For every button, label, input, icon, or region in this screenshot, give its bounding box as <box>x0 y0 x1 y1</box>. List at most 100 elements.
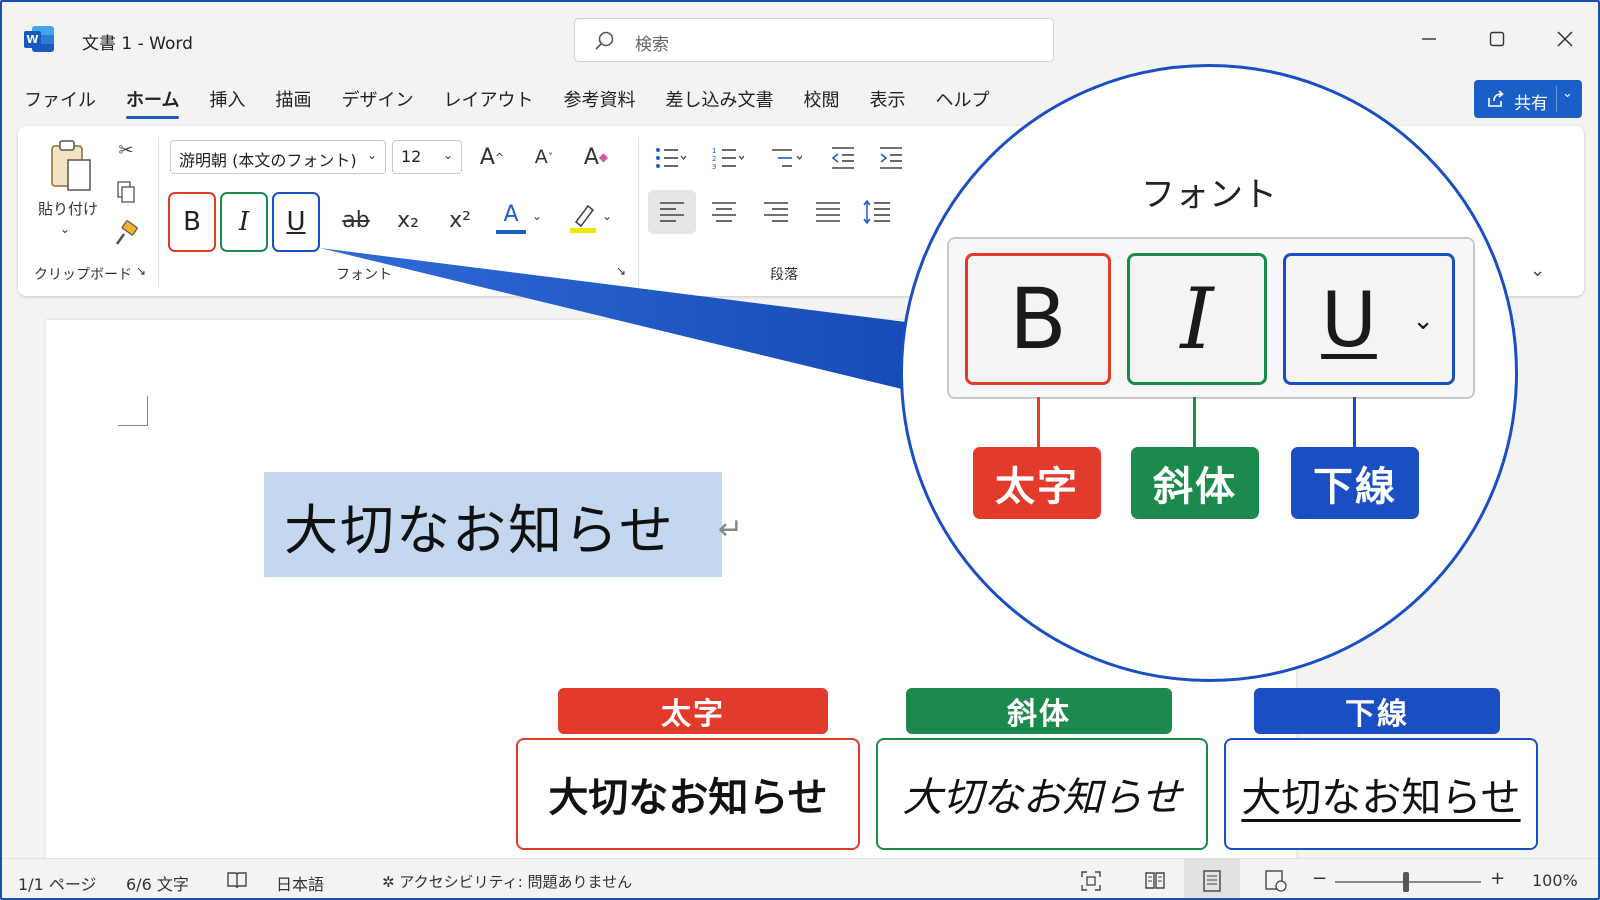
example-bold-tag: 太字 <box>558 688 828 734</box>
zoom-slider-thumb[interactable] <box>1403 872 1409 892</box>
ribbon-tabs: ファイル ホーム 挿入 描画 デザイン レイアウト 参考資料 差し込み文書 校閲… <box>24 86 1019 119</box>
strikethrough-button[interactable]: ab <box>336 202 376 238</box>
close-icon <box>1557 31 1573 47</box>
font-group-label: フォント <box>336 267 392 283</box>
justify-icon[interactable] <box>812 198 844 226</box>
svg-text:1: 1 <box>712 147 716 155</box>
font-color-button[interactable]: A <box>496 198 526 234</box>
language[interactable]: 日本語 <box>276 871 324 895</box>
paste-icon[interactable] <box>48 138 94 194</box>
paragraph-group-label: 段落 <box>770 267 798 283</box>
collapse-ribbon-icon[interactable]: ⌄ <box>1530 260 1545 281</box>
search-box[interactable]: 検索 <box>574 18 1054 62</box>
proofing-book-icon[interactable] <box>226 870 248 890</box>
maximize-button[interactable] <box>1482 24 1512 54</box>
font-size-value: 12 <box>401 147 422 166</box>
cut-icon[interactable]: ✂ <box>112 136 140 164</box>
tab-mailings[interactable]: 差し込み文書 <box>665 86 773 116</box>
clipboard-launcher-icon[interactable]: ↘ <box>136 264 146 278</box>
example-underline-text: 大切なお知らせ <box>1224 738 1538 850</box>
chevron-down-icon: ⌄ <box>1412 306 1434 336</box>
subscript-button[interactable]: x₂ <box>390 202 426 238</box>
grow-font-button[interactable]: A ^ <box>476 142 508 172</box>
minimize-icon <box>1422 38 1436 40</box>
superscript-button[interactable]: x² <box>442 202 478 238</box>
zoom-in-button[interactable]: + <box>1490 868 1505 889</box>
accessibility-icon: ✲ <box>382 873 395 891</box>
copy-icon[interactable] <box>112 178 140 206</box>
tab-layout[interactable]: レイアウト <box>443 86 533 116</box>
search-placeholder: 検索 <box>635 35 669 55</box>
paste-label[interactable]: 貼り付け <box>38 198 98 219</box>
underline-button[interactable]: U <box>272 192 320 252</box>
svg-text:3: 3 <box>712 163 716 171</box>
tab-home[interactable]: ホーム <box>126 86 180 119</box>
share-label: 共有 <box>1514 94 1548 114</box>
align-center-icon[interactable] <box>708 198 740 226</box>
accessibility-status[interactable]: ✲ アクセシビリティ: 問題ありません <box>382 871 632 892</box>
example-underline-tag: 下線 <box>1254 688 1500 734</box>
example-italic-tag: 斜体 <box>906 688 1172 734</box>
tab-file[interactable]: ファイル <box>24 86 96 116</box>
zoom-bold-label: 太字 <box>973 447 1101 519</box>
web-layout-icon[interactable] <box>1264 870 1288 892</box>
zoom-level[interactable]: 100% <box>1532 871 1578 890</box>
focus-mode-icon[interactable] <box>1080 870 1102 892</box>
chevron-down-icon[interactable]: ⌄ <box>600 206 614 226</box>
document-text[interactable]: 大切なお知らせ <box>284 486 675 565</box>
zoom-underline-button: U ⌄ <box>1283 253 1455 385</box>
tab-review[interactable]: 校閲 <box>803 86 839 116</box>
clipboard-group-label: クリップボード <box>34 267 132 283</box>
tab-view[interactable]: 表示 <box>869 86 905 116</box>
bullets-icon[interactable] <box>654 144 686 172</box>
zoom-out-button[interactable]: − <box>1312 868 1327 889</box>
margin-corner-mark <box>118 396 148 426</box>
word-count[interactable]: 6/6 文字 <box>126 871 189 895</box>
page-count[interactable]: 1/1 ページ <box>18 871 97 895</box>
share-icon <box>1488 90 1504 107</box>
font-name-value: 游明朝 (本文のフォント) <box>179 151 357 170</box>
font-launcher-icon[interactable]: ↘ <box>616 264 626 278</box>
paragraph-mark: ↵ <box>718 512 744 547</box>
format-painter-icon[interactable] <box>112 220 140 248</box>
svg-text:2: 2 <box>712 155 716 163</box>
close-button[interactable] <box>1550 24 1580 54</box>
shrink-font-button[interactable]: Aˇ <box>528 142 560 172</box>
example-bold-text: 大切なお知らせ <box>516 738 860 850</box>
tab-help[interactable]: ヘルプ <box>935 86 989 116</box>
multilevel-list-icon[interactable] <box>770 144 802 172</box>
search-icon <box>595 31 614 50</box>
line-spacing-icon[interactable] <box>862 198 894 226</box>
chevron-down-icon[interactable]: ⌄ <box>530 206 544 226</box>
chevron-down-icon[interactable]: ⌄ <box>1562 86 1573 101</box>
zoom-font-title: フォント <box>1141 175 1277 215</box>
decrease-indent-icon[interactable] <box>828 144 860 172</box>
status-bar: 1/1 ページ 6/6 文字 日本語 ✲ アクセシビリティ: 問題ありません − <box>2 858 1598 898</box>
word-logo-icon: W <box>24 26 54 52</box>
font-name-select[interactable]: 游明朝 (本文のフォント) ⌄ <box>170 140 386 174</box>
word-window: W 文書 1 - Word 検索 ファイル ホーム 挿入 描画 デザイン レイア… <box>0 0 1600 900</box>
minimize-button[interactable] <box>1414 24 1444 54</box>
share-button[interactable]: 共有 ⌄ <box>1474 80 1582 118</box>
align-left-icon <box>660 202 684 222</box>
tab-design[interactable]: デザイン <box>341 86 413 116</box>
accessibility-text: アクセシビリティ: 問題ありません <box>399 873 633 891</box>
zoom-font-panel: B I U ⌄ <box>947 237 1475 399</box>
zoom-underline-letter: U <box>1321 274 1377 364</box>
title-bar: W 文書 1 - Word 検索 <box>2 2 1598 74</box>
bold-button[interactable]: B <box>168 192 216 252</box>
align-right-icon[interactable] <box>760 198 792 226</box>
highlight-icon[interactable] <box>568 198 600 236</box>
maximize-icon <box>1489 31 1505 47</box>
chevron-down-icon: ⌄ <box>442 148 453 162</box>
font-size-select[interactable]: 12 ⌄ <box>392 140 462 174</box>
numbering-icon[interactable]: 1 2 3 <box>712 144 744 172</box>
tab-insert[interactable]: 挿入 <box>209 86 245 116</box>
read-mode-icon[interactable] <box>1144 870 1166 890</box>
italic-button[interactable]: I <box>220 192 268 252</box>
clear-formatting-button[interactable]: A ◆ <box>580 142 612 172</box>
paste-dropdown-icon[interactable]: ⌄ <box>60 222 70 236</box>
tab-draw[interactable]: 描画 <box>275 86 311 116</box>
tab-references[interactable]: 参考資料 <box>563 86 635 116</box>
zoom-callout: フォント B I U ⌄ 太字 斜体 下線 <box>900 64 1518 682</box>
